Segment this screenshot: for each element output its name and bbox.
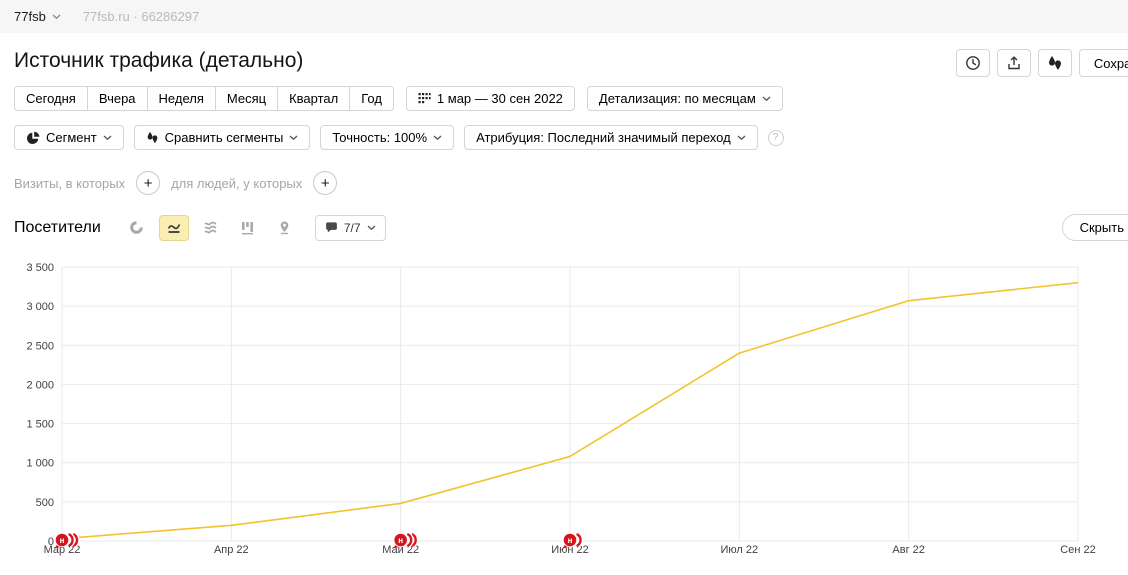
y-tick-label: 3 000 (26, 301, 54, 313)
y-tick-label: 1 500 (26, 419, 54, 431)
pie-segment-icon (26, 131, 40, 145)
chart-type-line-button[interactable] (159, 215, 189, 241)
history-button[interactable] (956, 49, 990, 77)
period-tab-yesterday[interactable]: Вчера (87, 86, 147, 111)
period-tab-group: Сегодня Вчера Неделя Месяц Квартал Год (14, 86, 394, 111)
chevron-down-icon (737, 135, 746, 141)
y-tick-label: 1 000 (26, 458, 54, 470)
map-pin-icon (277, 220, 292, 235)
chart-type-columns-button[interactable] (233, 215, 263, 241)
speech-bubble-icon (325, 221, 338, 234)
attribution-label: Атрибуция: Последний значимый переход (476, 130, 731, 145)
add-people-filter-button[interactable]: + (313, 171, 337, 195)
line-chart-canvas[interactable]: Мар 22Апр 22Май 22Июн 22Июл 22Авг 22Сен … (0, 251, 1128, 571)
pie-chart-icon (129, 220, 144, 235)
page-title: Источник трафика (детально) (14, 49, 1114, 73)
x-tick-label: Сен 22 (1060, 544, 1095, 556)
y-tick-label: 500 (36, 497, 54, 509)
comments-count: 7/7 (344, 221, 361, 235)
comment-marker[interactable]: н (393, 533, 416, 548)
filter-row: Визиты, в которых + для людей, у которых… (0, 171, 1128, 195)
chevron-down-icon (103, 135, 112, 141)
comment-marker[interactable]: н (55, 533, 78, 548)
line-chart-icon (166, 220, 182, 235)
counter-meta: 77fsb.ru · 66286297 (83, 9, 199, 24)
title-row: Источник трафика (детально) Сохранить от… (0, 33, 1128, 73)
x-tick-label: Июл 22 (721, 544, 759, 556)
y-tick-label: 2 000 (26, 379, 54, 391)
segment-label: Сегмент (46, 130, 97, 145)
segment-dropdown[interactable]: Сегмент (14, 125, 124, 150)
date-range-button[interactable]: 1 мар — 30 сен 2022 (406, 86, 575, 111)
period-controls: Сегодня Вчера Неделя Месяц Квартал Год 1… (0, 86, 1128, 111)
period-tab-quarter[interactable]: Квартал (277, 86, 349, 111)
droplets-icon (1047, 55, 1063, 71)
upload-icon (1006, 55, 1022, 71)
counter-name: 77fsb (14, 9, 46, 24)
chevron-down-icon (433, 135, 442, 141)
chevron-down-icon (52, 14, 61, 20)
period-tab-week[interactable]: Неделя (147, 86, 215, 111)
chart-type-stacked-button[interactable] (196, 215, 226, 241)
compare-segments-dropdown[interactable]: Сравнить сегменты (134, 125, 311, 150)
accuracy-dropdown[interactable]: Точность: 100% (320, 125, 454, 150)
visits-filter-label: Визиты, в которых (14, 176, 125, 191)
report-actions: Сохранить отчёт (956, 49, 1128, 77)
topbar: 77fsb 77fsb.ru · 66286297 (0, 0, 1128, 33)
metric-row: Посетители 7/7 Скрыть (0, 214, 1128, 241)
hide-chart-button[interactable]: Скрыть (1062, 214, 1128, 241)
metric-title: Посетители (14, 219, 101, 237)
chart-type-pie-button[interactable] (122, 215, 152, 241)
attribution-dropdown[interactable]: Атрибуция: Последний значимый переход (464, 125, 758, 150)
detalization-value: Детализация: по месяцам (599, 91, 756, 106)
accuracy-label: Точность: 100% (332, 130, 427, 145)
period-tab-month[interactable]: Месяц (215, 86, 277, 111)
x-tick-label: Апр 22 (214, 544, 249, 556)
calendar-grid-icon (418, 92, 431, 105)
save-report-button[interactable]: Сохранить отчёт (1079, 49, 1128, 77)
chevron-down-icon (762, 96, 771, 102)
marker-letter: н (568, 536, 573, 545)
clock-icon (965, 55, 981, 71)
visitors-chart: Мар 22Апр 22Май 22Июн 22Июл 22Авг 22Сен … (0, 251, 1128, 571)
segment-controls: Сегмент Сравнить сегменты Точность: 100%… (0, 125, 1128, 150)
period-tab-year[interactable]: Год (349, 86, 394, 111)
marker-letter: н (398, 536, 403, 545)
columns-icon (240, 220, 255, 235)
add-visit-filter-button[interactable]: + (136, 171, 160, 195)
export-button[interactable] (997, 49, 1031, 77)
stacked-area-icon (203, 220, 219, 235)
y-tick-label: 0 (48, 536, 54, 548)
counter-switcher[interactable]: 77fsb (14, 9, 61, 24)
compare-segments-button[interactable] (1038, 49, 1072, 77)
period-tab-today[interactable]: Сегодня (14, 86, 87, 111)
y-tick-label: 3 500 (26, 262, 54, 274)
chevron-down-icon (367, 225, 376, 231)
compare-segments-label: Сравнить сегменты (165, 130, 284, 145)
date-range-value: 1 мар — 30 сен 2022 (437, 91, 563, 106)
marker-letter: н (60, 536, 65, 545)
help-icon[interactable]: ? (768, 130, 784, 146)
y-tick-label: 2 500 (26, 340, 54, 352)
droplets-icon (146, 131, 159, 144)
x-tick-label: Авг 22 (892, 544, 924, 556)
chart-type-map-button[interactable] (270, 215, 300, 241)
detalization-dropdown[interactable]: Детализация: по месяцам (587, 86, 783, 111)
comments-dropdown[interactable]: 7/7 (315, 215, 386, 241)
people-filter-label: для людей, у которых (171, 176, 302, 191)
chevron-down-icon (289, 135, 298, 141)
